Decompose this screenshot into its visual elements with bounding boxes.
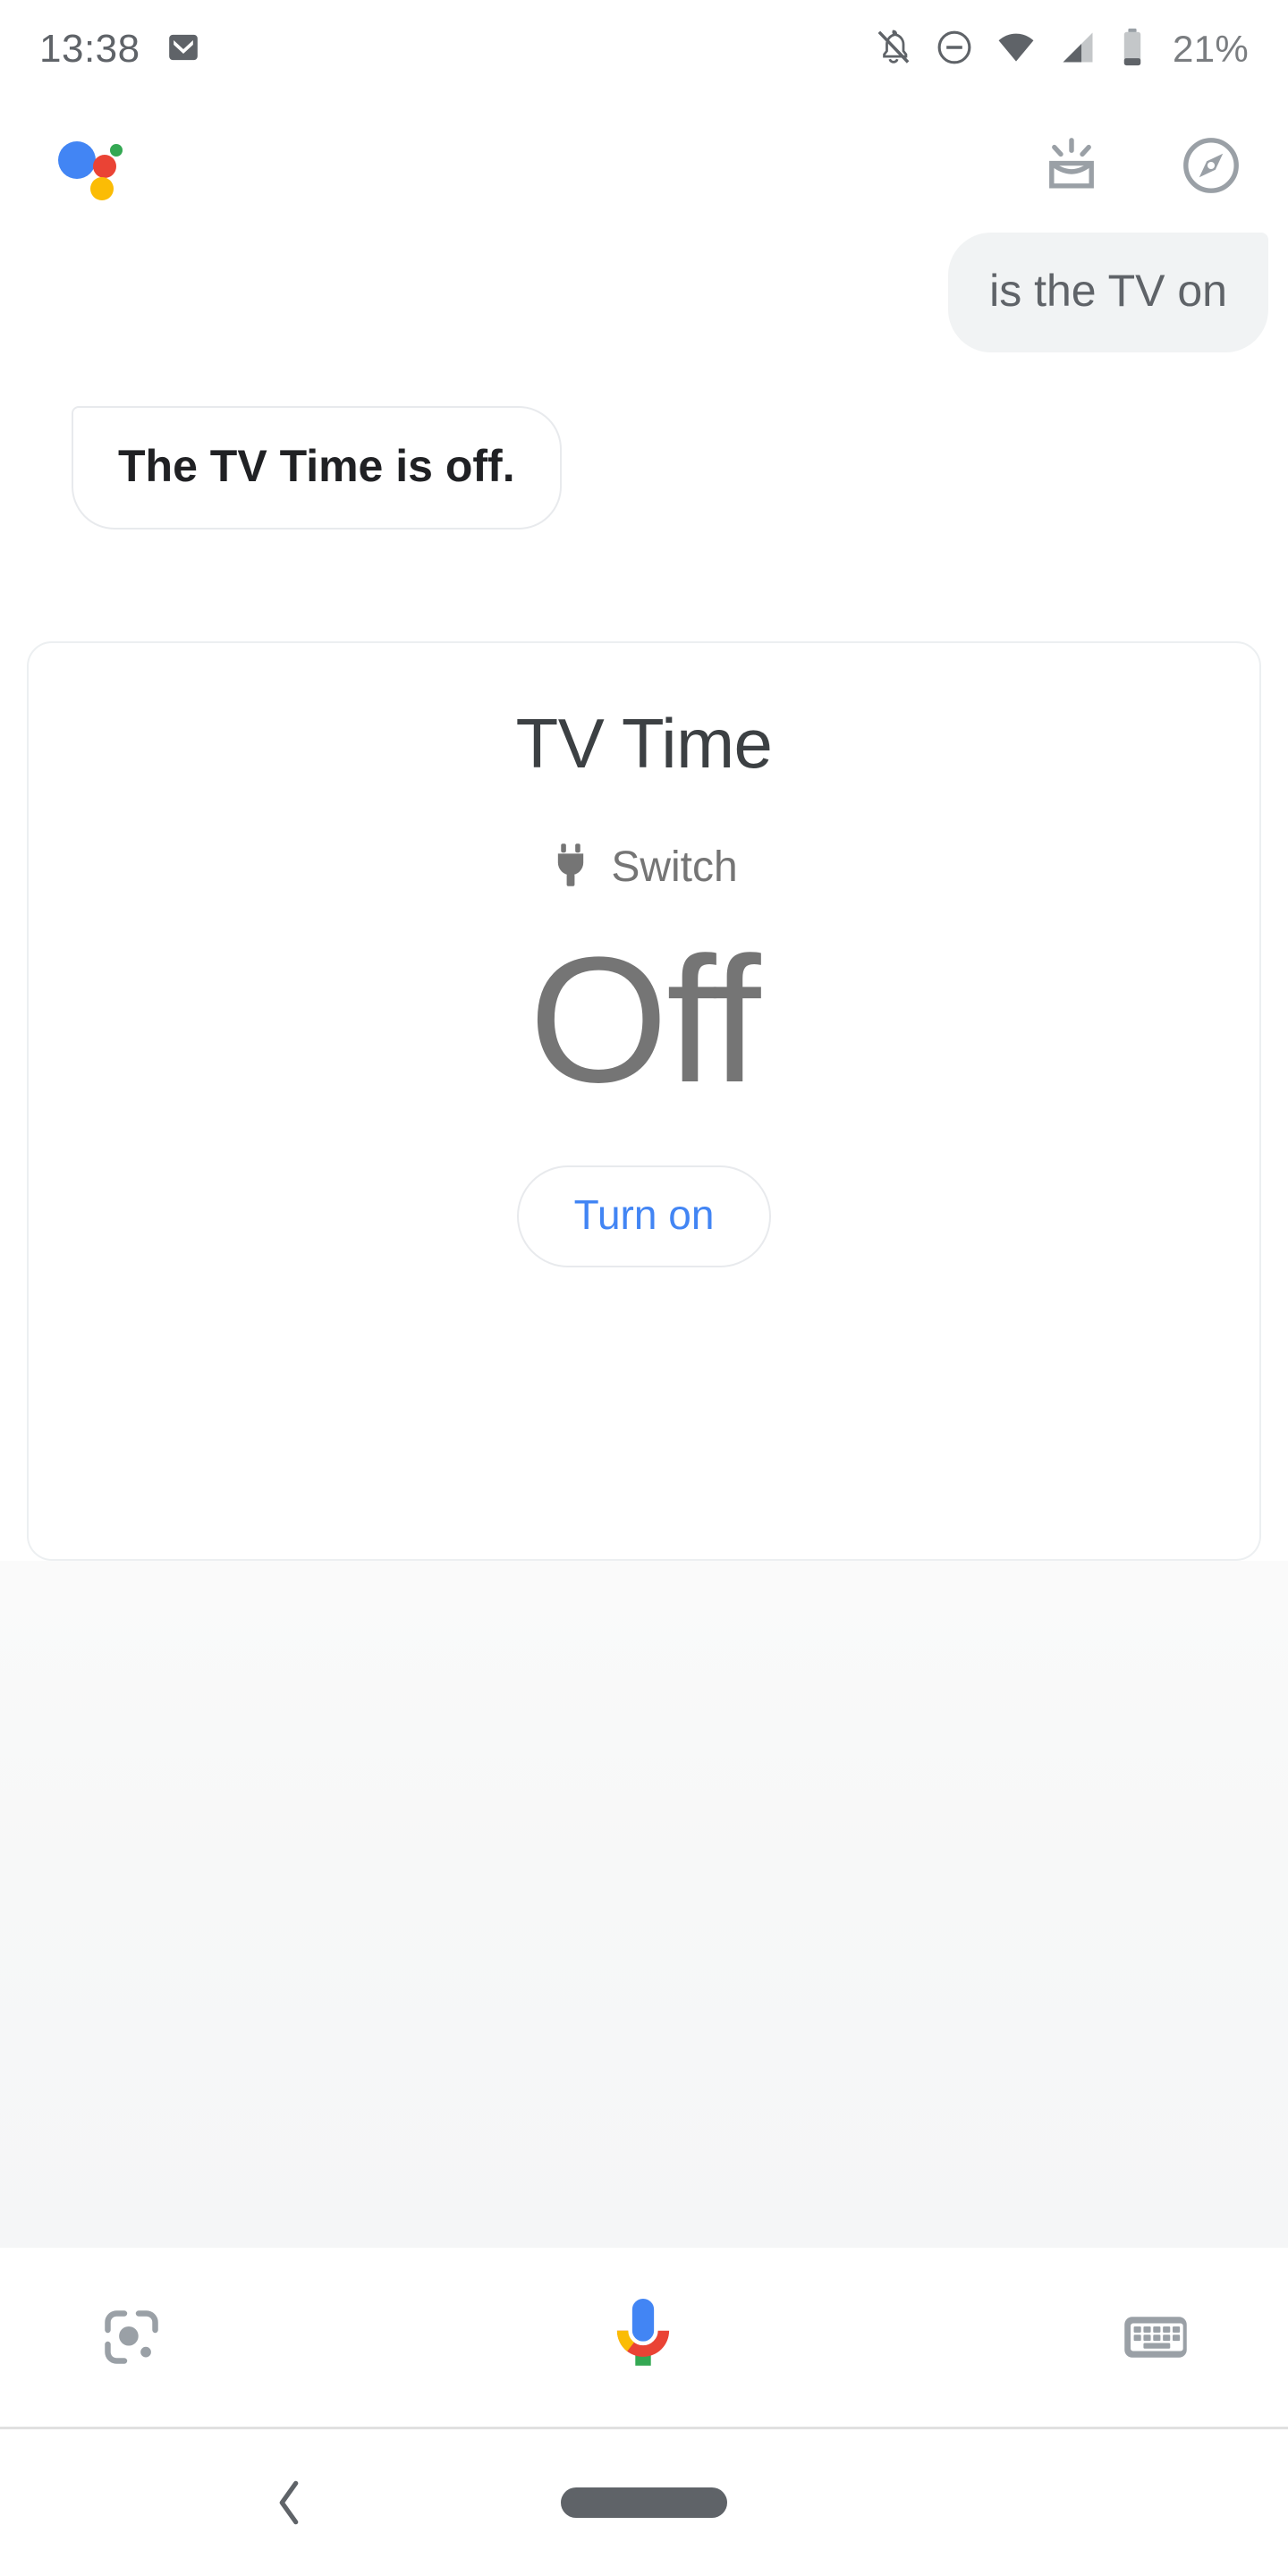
status-bar-left: 13:38 <box>39 27 201 72</box>
user-message-bubble: is the TV on <box>948 233 1268 352</box>
status-clock: 13:38 <box>39 27 140 71</box>
device-trait-row: Switch <box>550 841 738 894</box>
page-backdrop <box>0 1561 1288 2248</box>
user-message-row: is the TV on <box>0 233 1288 352</box>
turn-on-button[interactable]: Turn on <box>516 1165 772 1267</box>
assistant-message-row: The TV Time is off. <box>0 406 1288 530</box>
explore-icon[interactable] <box>1177 131 1245 199</box>
status-bar-right: 21% <box>874 27 1249 72</box>
gmail-icon <box>165 30 201 70</box>
cellular-signal-icon <box>1058 28 1097 72</box>
do-not-disturb-icon <box>935 28 974 72</box>
assistant-screen: 13:38 21% is the TV on The TV Time is of… <box>0 0 1288 2576</box>
nav-back-icon[interactable] <box>249 2462 329 2543</box>
device-title: TV Time <box>515 704 773 783</box>
assistant-header <box>0 98 1288 233</box>
battery-percent: 21% <box>1173 28 1249 70</box>
battery-icon <box>1119 27 1146 72</box>
device-state-value: Off <box>529 920 760 1120</box>
snapshot-icon[interactable] <box>1038 131 1106 199</box>
android-nav-bar <box>0 2429 1288 2576</box>
header-actions <box>1038 131 1245 199</box>
status-bar: 13:38 21% <box>0 0 1288 98</box>
google-assistant-logo[interactable] <box>54 130 131 201</box>
device-trait-label: Switch <box>611 843 738 891</box>
assistant-message-bubble: The TV Time is off. <box>72 406 562 530</box>
bottom-input-bar <box>0 2248 1288 2427</box>
bell-off-icon <box>874 28 913 72</box>
device-action-wrap: Turn on <box>516 1165 772 1267</box>
google-lens-icon[interactable] <box>98 2304 165 2370</box>
conversation: is the TV on The TV Time is off. <box>0 233 1288 530</box>
keyboard-icon[interactable] <box>1122 2311 1190 2363</box>
wifi-icon <box>996 28 1037 72</box>
nav-home-pill[interactable] <box>561 2487 727 2518</box>
device-control-card: TV Time Switch Off Turn on <box>27 641 1261 1561</box>
microphone-icon[interactable] <box>608 2294 678 2380</box>
power-plug-icon <box>550 841 591 894</box>
